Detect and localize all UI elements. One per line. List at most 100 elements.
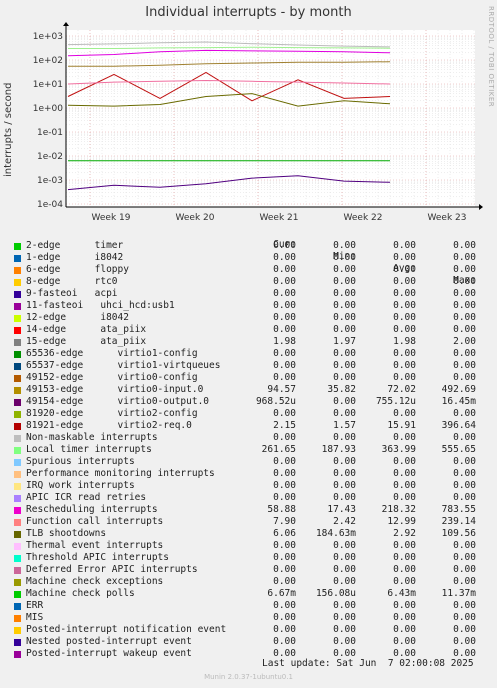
legend-row: Thermal event interrupts 0.00 0.00 0.00 0.00 [12,540,490,552]
legend-name: IRQ work interrupts [26,480,135,491]
legend-name: Posted-interrupt wakeup event [26,648,192,659]
legend-max: 0.00 [453,456,476,467]
munin-version: Munin 2.0.37-1ubuntu0.1 [204,673,293,681]
legend-cur: 0.00 [273,480,296,491]
x-tick-label: Week 21 [260,213,299,223]
legend-row: Machine check exceptions 0.00 0.00 0.00 0.00 [12,576,490,588]
legend-min: 0.00 [333,312,356,323]
legend-name: Performance monitoring interrupts [26,468,215,479]
legend-cur: 0.00 [273,360,296,371]
legend-max: 0.00 [453,492,476,503]
legend-row: Nested posted-interrupt event 0.00 0.00 0.0… [12,636,490,648]
y-tick-label: 1e+00 [33,104,64,114]
legend-avg: 6.43m [387,588,416,599]
legend-avg: 0.00 [393,300,416,311]
legend-row: 2-edge timer 0.00 0.00 0.00 0.00 [12,240,490,252]
legend-max: 0.00 [453,276,476,287]
legend-name: 12-edge i8042 [26,312,129,323]
legend-max: 0.00 [453,372,476,383]
legend-swatch [14,435,21,442]
legend-row: Non-maskable interrupts 0.00 0.00 0.00 0.00 [12,432,490,444]
legend-row: 65536-edge virtio1-config 0.00 0.00 0.00 0.0… [12,348,490,360]
legend-min: 0.00 [333,288,356,299]
legend-min: 0.00 [333,408,356,419]
legend-cur: 6.67m [267,588,296,599]
y-tick-label: 1e+01 [33,80,63,90]
legend-cur: 0.00 [273,300,296,311]
legend-row: 6-edge floppy 0.00 0.00 0.00 0.00 [12,264,490,276]
legend-swatch [14,387,21,394]
legend-avg: 2.92 [393,528,416,539]
legend-max: 0.00 [453,240,476,251]
y-axis-arrow [63,22,69,26]
legend-min: 0.00 [333,492,356,503]
legend-table: Cur: Min: Avg: Max: 2-edge timer 0.00 0.00… [12,227,490,660]
legend-avg: 0.00 [393,492,416,503]
legend-cur: 0.00 [273,564,296,575]
legend-cur: 58.88 [267,504,296,515]
legend-name: 15-edge ata_piix [26,336,147,347]
legend-row: ERR 0.00 0.00 0.00 0.00 [12,600,490,612]
last-update: Last update: Sat Jun 7 02:00:08 2025 [262,658,474,669]
legend-max: 0.00 [453,552,476,563]
legend-rows: 2-edge timer 0.00 0.00 0.00 0.00 1-edge i8042… [12,240,490,660]
legend-avg: 0.00 [393,408,416,419]
y-tick-label: 1e-01 [37,128,63,138]
legend-name: 49152-edge virtio0-config [26,372,198,383]
legend-min: 17.43 [327,504,356,515]
legend-min: 0.00 [333,240,356,251]
legend-row: 8-edge rtc0 0.00 0.00 0.00 0.00 [12,276,490,288]
legend-name: 9-fasteoi acpi [26,288,118,299]
legend-avg: 15.91 [387,420,416,431]
legend-swatch [14,627,21,634]
legend-min: 0.00 [333,252,356,263]
legend-avg: 12.99 [387,516,416,527]
legend-cur: 6.06 [273,528,296,539]
legend-swatch [14,411,21,418]
legend-row: 49153-edge virtio0-input.0 94.57 35.82 72.0… [12,384,490,396]
legend-name: 6-edge floppy [26,264,129,275]
legend-swatch [14,555,21,562]
legend-swatch [14,303,21,310]
legend-min: 0.00 [333,624,356,635]
legend-name: 81921-edge virtio2-req.0 [26,420,192,431]
legend-swatch [14,543,21,550]
legend-name: Deferred Error APIC interrupts [26,564,198,575]
legend-avg: 0.00 [393,264,416,275]
legend-cur: 7.90 [273,516,296,527]
legend-cur: 0.00 [273,240,296,251]
legend-min: 0.00 [333,300,356,311]
y-tick-label: 1e+02 [33,56,63,66]
legend-max: 0.00 [453,288,476,299]
legend-name: ERR [26,600,44,611]
legend-avg: 0.00 [393,288,416,299]
legend-cur: 0.00 [273,408,296,419]
legend-name: 8-edge rtc0 [26,276,118,287]
legend-avg: 0.00 [393,468,416,479]
legend-avg: 363.99 [381,444,416,455]
legend-row: 49152-edge virtio0-config 0.00 0.00 0.00 0.0… [12,372,490,384]
legend-cur: 0.00 [273,252,296,263]
legend-name: Function call interrupts [26,516,164,527]
legend-swatch [14,327,21,334]
legend-cur: 0.00 [273,576,296,587]
legend-max: 0.00 [453,408,476,419]
legend-swatch [14,579,21,586]
legend-name: Non-maskable interrupts [26,432,158,443]
legend-name: APIC ICR read retries [26,492,147,503]
legend-max: 239.14 [441,516,476,527]
legend-name: Machine check exceptions [26,576,164,587]
legend-max: 0.00 [453,540,476,551]
legend-cur: 968.52u [255,396,296,407]
legend-avg: 0.00 [393,612,416,623]
legend-swatch [14,447,21,454]
plot-background [66,30,475,207]
legend-swatch [14,591,21,598]
legend-swatch [14,267,21,274]
legend-row: Function call interrupts 7.90 2.42 12.99 239… [12,516,490,528]
legend-max: 16.45m [441,396,476,407]
legend-max: 783.55 [441,504,476,515]
legend-min: 0.00 [333,432,356,443]
legend-name: 65537-edge virtio1-virtqueues [26,360,221,371]
legend-min: 0.00 [333,396,356,407]
